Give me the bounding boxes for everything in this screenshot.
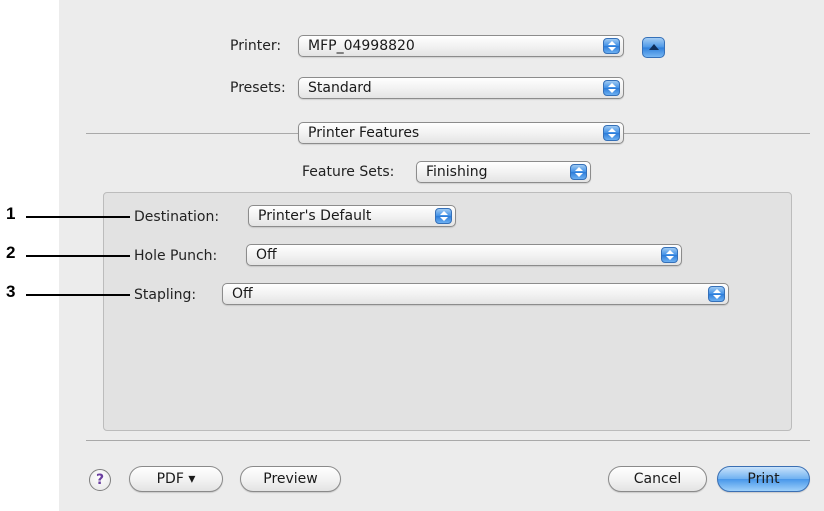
- callout-2-line: [26, 255, 130, 257]
- hole-punch-value: Off: [256, 247, 277, 263]
- callout-1: 1: [6, 204, 16, 223]
- print-button[interactable]: Print: [717, 466, 810, 492]
- destination-label: Destination:: [134, 209, 220, 225]
- hole-punch-popup[interactable]: Off: [246, 244, 682, 266]
- callout-3-line: [26, 294, 130, 296]
- callout-3: 3: [6, 282, 16, 301]
- up-down-arrows-icon: [570, 164, 587, 180]
- destination-value: Printer's Default: [258, 208, 372, 224]
- collapse-dialog-button[interactable]: [642, 37, 665, 58]
- cancel-button[interactable]: Cancel: [608, 466, 707, 492]
- pane-value: Printer Features: [308, 125, 420, 141]
- printer-popup[interactable]: MFP_04998820: [298, 35, 624, 57]
- feature-sets-label: Feature Sets:: [302, 164, 395, 180]
- divider-left: [86, 133, 298, 134]
- footer-divider: [86, 440, 810, 441]
- feature-sets-value: Finishing: [426, 164, 488, 180]
- preview-button[interactable]: Preview: [240, 466, 341, 492]
- printer-label: Printer:: [230, 38, 282, 54]
- stapling-popup[interactable]: Off: [222, 283, 729, 305]
- up-down-arrows-icon: [661, 247, 678, 263]
- up-down-arrows-icon: [603, 80, 620, 96]
- callout-2: 2: [6, 243, 16, 262]
- presets-popup[interactable]: Standard: [298, 77, 624, 99]
- pdf-button[interactable]: PDF ▾: [129, 466, 223, 492]
- finishing-options-panel: [103, 192, 792, 431]
- feature-sets-popup[interactable]: Finishing: [416, 161, 591, 183]
- stapling-value: Off: [232, 286, 253, 302]
- up-down-arrows-icon: [708, 286, 725, 302]
- hole-punch-label: Hole Punch:: [134, 248, 218, 264]
- up-down-arrows-icon: [603, 38, 620, 54]
- question-mark-icon: ?: [95, 472, 105, 488]
- pane-popup[interactable]: Printer Features: [298, 122, 624, 144]
- stapling-label: Stapling:: [134, 287, 197, 303]
- destination-popup[interactable]: Printer's Default: [248, 205, 456, 227]
- printer-value: MFP_04998820: [308, 38, 415, 54]
- presets-label: Presets:: [230, 80, 286, 96]
- up-down-arrows-icon: [435, 208, 452, 224]
- up-down-arrows-icon: [603, 125, 620, 141]
- help-button[interactable]: ?: [89, 469, 111, 491]
- presets-value: Standard: [308, 80, 372, 96]
- divider-right: [624, 133, 810, 134]
- callout-1-line: [26, 216, 130, 218]
